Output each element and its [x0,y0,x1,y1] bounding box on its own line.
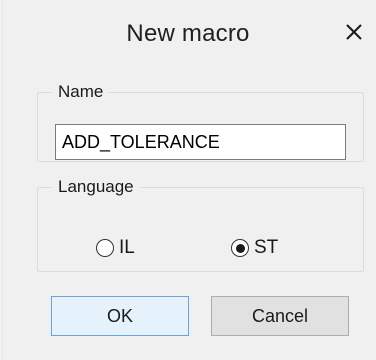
name-input[interactable] [55,124,346,160]
radio-il-circle[interactable] [96,239,114,257]
name-group-label: Name [58,82,104,101]
language-group-label: Language [58,177,134,196]
title-bar: New macro [0,0,376,68]
close-button[interactable] [338,16,370,48]
language-group: Language IL ST [37,177,364,272]
cancel-button[interactable]: Cancel [211,296,349,336]
radio-il-label: IL [119,237,135,258]
close-icon [346,24,362,40]
radio-st[interactable]: ST [231,237,278,259]
dialog-title: New macro [126,20,250,47]
name-group: Name [37,82,364,162]
radio-st-label: ST [254,237,279,258]
radio-selected-dot [235,243,245,253]
ok-button[interactable]: OK [51,296,189,336]
radio-st-circle[interactable] [231,239,249,257]
new-macro-dialog: New macro Name Language IL ST OK Cancel [0,0,376,360]
radio-il[interactable]: IL [96,237,135,259]
